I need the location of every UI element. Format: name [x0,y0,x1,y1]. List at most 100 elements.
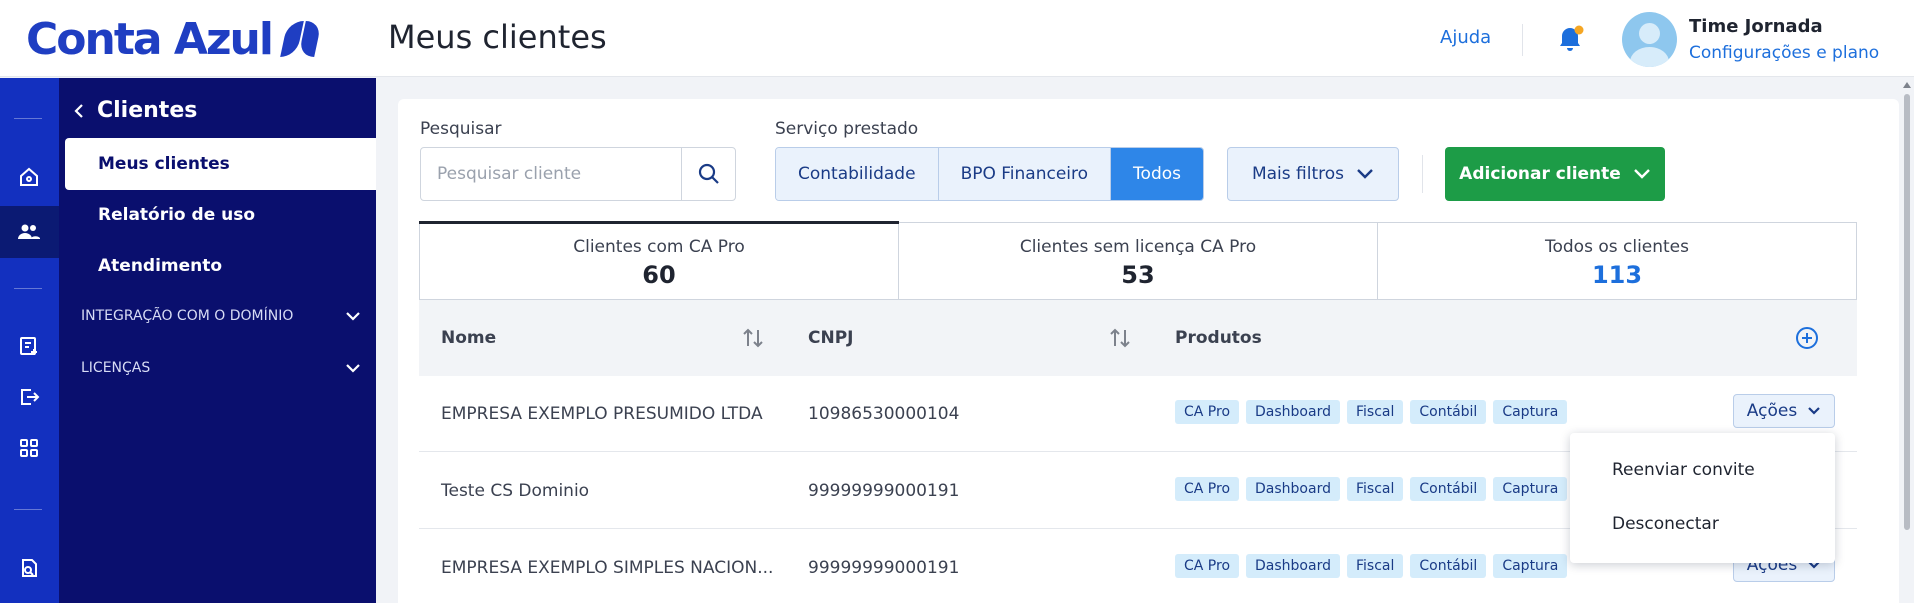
row-actions-button[interactable]: Ações [1733,394,1835,428]
subnav-group-label: INTEGRAÇÃO COM O DOMÍNIO [81,308,294,324]
chevron-down-icon [1633,169,1650,179]
column-header-cnpj: CNPJ [808,328,854,348]
search-field[interactable]: Pesquisar cliente [420,147,736,201]
service-option-contabilidade[interactable]: Contabilidade [776,148,939,200]
toolbar-divider [1422,155,1423,193]
logo-text: Conta Azul [26,13,274,65]
tab-title: Todos os clientes [1544,237,1690,257]
tab-clientes-sem-licenca[interactable]: Clientes sem licença CA Pro 53 [899,223,1378,299]
client-cnpj: 99999999000191 [808,481,960,501]
search-button[interactable] [681,148,735,200]
page-scrollbar[interactable] [1900,80,1914,603]
document-add-icon[interactable] [12,329,46,363]
product-tag: Contábil [1410,477,1487,501]
product-tag: Fiscal [1346,554,1404,578]
sort-icon[interactable] [742,326,764,350]
sort-icon[interactable] [1109,326,1131,350]
search-label: Pesquisar [420,119,502,139]
product-tag: CA Pro [1175,554,1240,578]
subnav-group-label: LICENÇAS [81,360,151,376]
back-to-clients-button[interactable]: Clientes [71,98,197,123]
menu-item-desconectar[interactable]: Desconectar [1612,514,1719,534]
more-filters-label: Mais filtros [1251,164,1345,184]
clients-subnav: Clientes Meus clientes Relatório de uso … [59,78,376,603]
column-header-products: Produtos [1175,328,1262,348]
scrollbar-thumb[interactable] [1904,94,1910,530]
client-tabs: Clientes com CA Pro 60 Clientes sem lice… [419,221,1857,300]
product-tags: CA Pro Dashboard Fiscal Contábil Captura [1175,400,1574,424]
service-option-bpo-financeiro[interactable]: BPO Financeiro [938,148,1112,200]
settings-and-plan-link[interactable]: Configurações e plano [1689,43,1879,63]
rail-divider [14,509,42,510]
client-name: EMPRESA EXEMPLO PRESUMIDO LTDA [441,404,763,424]
column-header-name: Nome [441,328,497,348]
product-tag: Captura [1493,554,1568,578]
actions-label: Ações [1746,401,1798,421]
product-tags: CA Pro Dashboard Fiscal Contábil Captura [1175,477,1574,501]
home-icon[interactable] [12,160,46,194]
menu-item-reenviar-convite[interactable]: Reenviar convite [1612,460,1755,480]
rail-divider [14,288,42,289]
tab-clientes-com-ca-pro[interactable]: Clientes com CA Pro 60 [419,221,899,299]
client-name: Teste CS Dominio [441,481,590,501]
conta-azul-logo[interactable]: Conta Azul [26,12,322,66]
apps-grid-icon[interactable] [12,431,46,465]
document-search-icon[interactable] [12,551,46,585]
client-name: EMPRESA EXEMPLO SIMPLES NACION... [441,558,774,578]
tab-title: Clientes sem licença CA Pro [1019,237,1257,257]
user-avatar[interactable] [1622,12,1677,67]
chevron-down-icon [346,312,360,321]
add-client-button[interactable]: Adicionar cliente [1445,147,1665,201]
tab-count: 60 [642,261,676,289]
tab-title: Clientes com CA Pro [573,237,745,257]
subnav-item-relatorio-de-uso[interactable]: Relatório de uso [59,189,376,241]
chevron-down-icon [1357,169,1373,179]
chevron-down-icon [346,364,360,373]
product-tag: CA Pro [1175,477,1240,501]
logout-icon[interactable] [12,380,46,414]
service-option-todos[interactable]: Todos [1111,148,1203,200]
top-header: Conta Azul Meus clientes Ajuda Time Jorn… [0,0,1914,77]
user-name: Time Jornada [1689,16,1823,37]
subnav-item-meus-clientes[interactable]: Meus clientes [65,138,376,190]
add-client-label: Adicionar cliente [1459,164,1621,184]
product-tag: Contábil [1410,554,1487,578]
search-input[interactable]: Pesquisar cliente [437,164,581,184]
subnav-group-licencas[interactable]: LICENÇAS [81,360,361,376]
table-header: Nome CNPJ Produtos [419,300,1857,376]
header-divider [1522,24,1523,56]
actions-dropdown-menu: Reenviar convite Desconectar [1570,433,1835,563]
rail-divider [14,118,42,119]
subnav-group-integracao[interactable]: INTEGRAÇÃO COM O DOMÍNIO [81,308,361,324]
client-cnpj: 10986530000104 [808,404,960,424]
icon-rail [0,78,59,603]
users-icon[interactable] [12,215,46,249]
product-tag: Captura [1493,400,1568,424]
client-cnpj: 99999999000191 [808,558,960,578]
product-tag: Captura [1493,477,1568,501]
product-tag: Dashboard [1246,554,1340,578]
subnav-title: Clientes [97,98,198,123]
product-tag: Contábil [1410,400,1487,424]
add-column-icon[interactable] [1795,326,1819,350]
scroll-up-arrow-icon[interactable] [1903,82,1911,88]
chevron-down-icon [1808,407,1820,415]
notifications-bell-icon[interactable] [1556,24,1584,54]
product-tag: Dashboard [1246,477,1340,501]
search-icon [698,163,719,184]
help-link[interactable]: Ajuda [1440,27,1491,48]
logo-mark-icon [280,19,322,59]
service-filter-segment: Contabilidade BPO Financeiro Todos [775,147,1204,201]
tab-todos-os-clientes[interactable]: Todos os clientes 113 [1378,223,1856,299]
page-title: Meus clientes [388,18,607,56]
chevron-left-icon [74,103,83,118]
product-tag: CA Pro [1175,400,1240,424]
more-filters-button[interactable]: Mais filtros [1227,147,1399,201]
tab-count: 113 [1591,261,1643,289]
product-tag: Fiscal [1346,400,1404,424]
tab-count: 53 [1121,261,1155,289]
service-label: Serviço prestado [775,119,919,139]
subnav-item-atendimento[interactable]: Atendimento [59,240,376,292]
product-tag: Dashboard [1246,400,1340,424]
product-tag: Fiscal [1346,477,1404,501]
